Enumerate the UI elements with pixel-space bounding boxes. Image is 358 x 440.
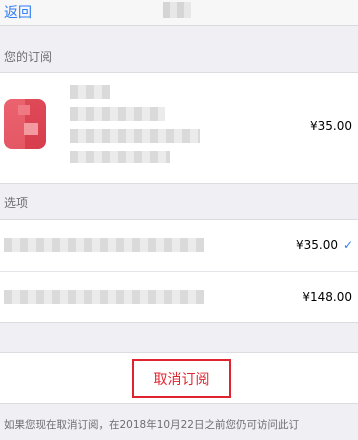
app-name-redacted — [70, 85, 110, 99]
option-row[interactable]: ¥148.00 — [0, 271, 358, 323]
nav-title-redacted — [163, 2, 191, 18]
back-button[interactable]: 返回 — [4, 2, 32, 22]
renewal-info-redacted — [70, 129, 200, 143]
option-price: ¥148.00 — [302, 290, 352, 304]
footer-note: 如果您现在取消订阅，在2018年10月22日之前您仍可访问此订 — [4, 419, 299, 431]
cancel-subscription-button[interactable]: 取消订阅 — [132, 359, 231, 398]
option-label-redacted — [4, 290, 204, 304]
subscription-cell[interactable]: ¥35.00 — [0, 72, 358, 184]
subscription-detail-redacted — [70, 151, 170, 163]
app-icon — [4, 99, 46, 149]
plan-name-redacted — [70, 107, 165, 121]
navigation-bar: 返回 — [0, 0, 358, 26]
section-header-options: 选项 — [4, 196, 29, 210]
option-label-redacted — [4, 238, 204, 252]
section-header-your-subscriptions: 您的订阅 — [4, 50, 53, 64]
cancel-cell: 取消订阅 — [0, 352, 358, 404]
checkmark-icon: ✓ — [342, 238, 353, 252]
subscription-price: ¥35.00 — [310, 119, 352, 133]
option-row[interactable]: ¥35.00 ✓ — [0, 219, 358, 271]
option-price: ¥35.00 — [296, 238, 338, 252]
